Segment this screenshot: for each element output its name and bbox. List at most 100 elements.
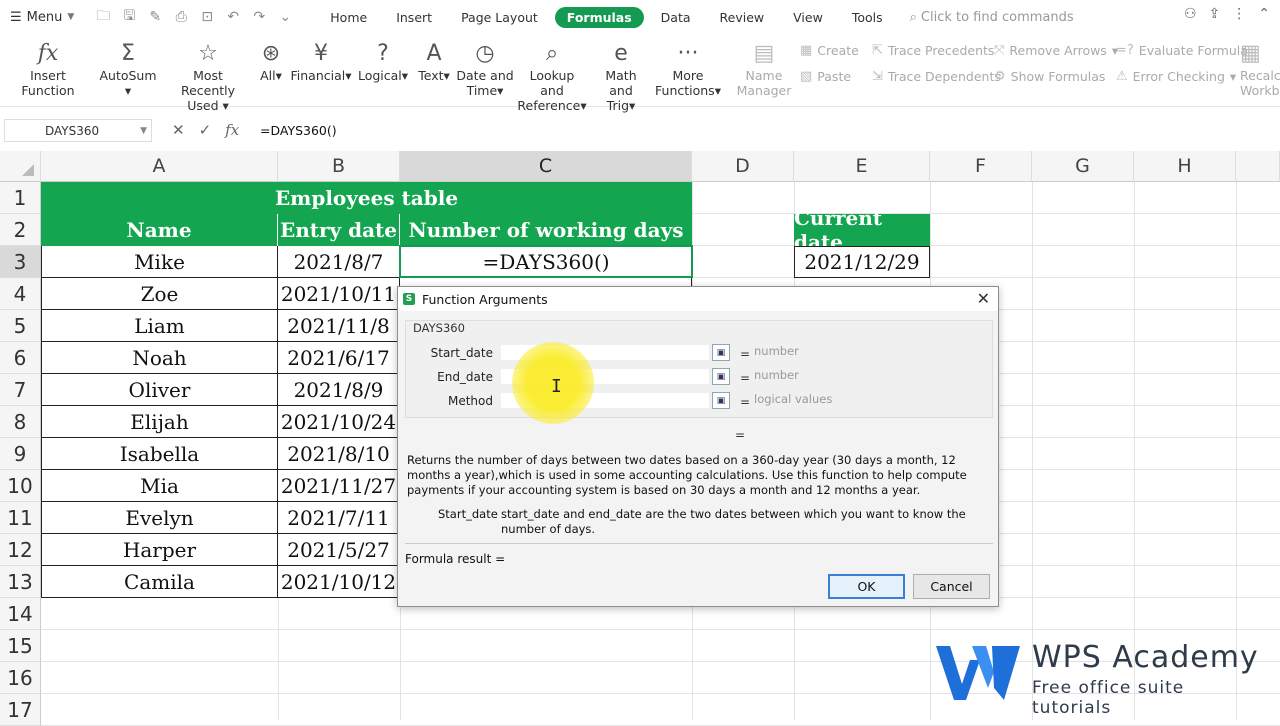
paste-name-button[interactable]: ▧ Paste [800, 69, 851, 84]
entry-date-cell[interactable]: 2021/8/7 [278, 246, 400, 278]
command-search[interactable]: ⌕ Click to find commands [910, 10, 1074, 25]
employee-name-cell[interactable]: Mia [41, 470, 278, 502]
more-options-icon[interactable]: ⋮ [1232, 6, 1246, 22]
name-box[interactable]: DAYS360 ▼ [4, 119, 152, 142]
account-icon[interactable]: ⚇ [1184, 6, 1197, 22]
formula-input[interactable]: =DAYS360() [260, 123, 337, 138]
row-header[interactable]: 1 [0, 182, 41, 214]
row-header[interactable]: 12 [0, 534, 41, 566]
tab-review[interactable]: Review [708, 7, 777, 28]
row-header[interactable]: 4 [0, 278, 41, 310]
column-header-e[interactable]: E [794, 151, 930, 182]
name-manager-button[interactable]: ▤ Name Manager [734, 38, 794, 98]
column-header-f[interactable]: F [930, 151, 1032, 182]
entry-date-cell[interactable]: 2021/10/11 [278, 278, 400, 310]
row-header[interactable]: 6 [0, 342, 41, 374]
column-header-d[interactable]: D [692, 151, 794, 182]
entry-date-cell[interactable]: 2021/10/24 [278, 406, 400, 438]
share-icon[interactable]: ⇪ [1209, 6, 1221, 22]
entry-date-cell[interactable]: 2021/5/27 [278, 534, 400, 566]
entry-date-cell[interactable]: 2021/6/17 [278, 342, 400, 374]
row-header[interactable]: 9 [0, 438, 41, 470]
entry-date-cell[interactable]: 2021/11/27 [278, 470, 400, 502]
employee-name-cell[interactable]: Noah [41, 342, 278, 374]
print-icon[interactable]: ⎙ [170, 6, 192, 28]
row-header[interactable]: 2 [0, 214, 41, 246]
recalculate-workbook-button[interactable]: ▦ Recalc Workb [1240, 38, 1280, 98]
lookup-reference-button[interactable]: ⌕ Lookup and Reference▾ [516, 38, 588, 113]
trace-dependents-button[interactable]: ⇲ Trace Dependents [872, 69, 1001, 84]
more-functions-button[interactable]: ··· More Functions▾ [654, 38, 722, 98]
column-header-c[interactable]: C [400, 151, 692, 182]
row-header[interactable]: 14 [0, 598, 41, 630]
row-header[interactable]: 15 [0, 630, 41, 662]
column-header-g[interactable]: G [1032, 151, 1134, 182]
text-functions-button[interactable]: A Text▾ [416, 38, 452, 83]
evaluate-formula-button[interactable]: =? Evaluate Formula [1116, 43, 1248, 58]
fx-icon[interactable]: fx [225, 121, 239, 139]
confirm-icon[interactable]: ✓ [199, 121, 212, 139]
range-select-icon[interactable]: ▣ [712, 344, 730, 361]
format-painter-icon[interactable]: ✎ [144, 6, 166, 28]
table-title-cell[interactable]: Employees table [41, 182, 692, 214]
redo-icon[interactable]: ↷ [248, 6, 270, 28]
employee-name-cell[interactable]: Evelyn [41, 502, 278, 534]
cancel-icon[interactable]: ✕ [172, 121, 185, 139]
row-header[interactable]: 16 [0, 662, 41, 694]
tab-tools[interactable]: Tools [840, 7, 895, 28]
customize-toolbar-icon[interactable]: ⌄ [274, 6, 296, 28]
tab-home[interactable]: Home [318, 7, 379, 28]
column-header-a[interactable]: A [41, 151, 278, 182]
ok-button[interactable]: OK [828, 574, 905, 599]
row-header[interactable]: 7 [0, 374, 41, 406]
tab-data[interactable]: Data [649, 7, 703, 28]
row-header[interactable]: 13 [0, 566, 41, 598]
remove-arrows-button[interactable]: ⤧ Remove Arrows ▾ [994, 43, 1118, 58]
tab-view[interactable]: View [781, 7, 835, 28]
entry-date-cell[interactable]: 2021/8/9 [278, 374, 400, 406]
employee-name-cell[interactable]: Mike [41, 246, 278, 278]
autosum-button[interactable]: Σ AutoSum ▾ [96, 38, 160, 98]
current-date-cell[interactable]: 2021/12/29 [794, 246, 930, 278]
range-select-icon[interactable]: ▣ [712, 368, 730, 385]
row-header[interactable]: 11 [0, 502, 41, 534]
active-cell-c3[interactable]: =DAYS360() [400, 246, 692, 278]
range-select-icon[interactable]: ▣ [712, 392, 730, 409]
chevron-down-icon[interactable]: ▼ [140, 126, 147, 136]
entry-date-cell[interactable]: 2021/11/8 [278, 310, 400, 342]
column-header-h[interactable]: H [1134, 151, 1236, 182]
header-entry-date-cell[interactable]: Entry date [278, 214, 400, 246]
tab-formulas[interactable]: Formulas [554, 6, 644, 28]
row-header[interactable]: 5 [0, 310, 41, 342]
employee-name-cell[interactable]: Liam [41, 310, 278, 342]
column-header-next[interactable] [1236, 151, 1280, 182]
financial-button[interactable]: ¥ Financial▾ [290, 38, 351, 83]
cancel-button[interactable]: Cancel [913, 574, 990, 599]
row-header[interactable]: 8 [0, 406, 41, 438]
employee-name-cell[interactable]: Oliver [41, 374, 278, 406]
menu-button[interactable]: ☰ Menu ▼ [10, 10, 74, 25]
employee-name-cell[interactable]: Elijah [41, 406, 278, 438]
header-name-cell[interactable]: Name [41, 214, 278, 246]
employee-name-cell[interactable]: Zoe [41, 278, 278, 310]
error-checking-button[interactable]: ⚠ Error Checking ▾ [1116, 69, 1236, 84]
collapse-ribbon-icon[interactable]: ⌃ [1258, 6, 1270, 22]
show-formulas-button[interactable]: ⚙ Show Formulas [994, 69, 1105, 84]
column-header-b[interactable]: B [278, 151, 400, 182]
employee-name-cell[interactable]: Isabella [41, 438, 278, 470]
undo-icon[interactable]: ↶ [222, 6, 244, 28]
logical-button[interactable]: ? Logical▾ [356, 38, 410, 83]
open-folder-icon[interactable]: 🗀 [92, 6, 114, 28]
all-functions-button[interactable]: ⊛ All▾ [254, 38, 288, 83]
select-all-corner[interactable] [0, 151, 41, 182]
close-icon[interactable]: ✕ [977, 289, 990, 308]
employee-name-cell[interactable]: Camila [41, 566, 278, 598]
tab-insert[interactable]: Insert [384, 7, 444, 28]
print-preview-icon[interactable]: ⊡ [196, 6, 218, 28]
header-working-days-cell[interactable]: Number of working days [400, 214, 692, 246]
insert-function-button[interactable]: fx Insert Function [6, 38, 90, 98]
entry-date-cell[interactable]: 2021/10/12 [278, 566, 400, 598]
most-recently-used-button[interactable]: ☆ Most Recently Used ▾ [166, 38, 250, 113]
tab-page-layout[interactable]: Page Layout [449, 7, 550, 28]
employee-name-cell[interactable]: Harper [41, 534, 278, 566]
